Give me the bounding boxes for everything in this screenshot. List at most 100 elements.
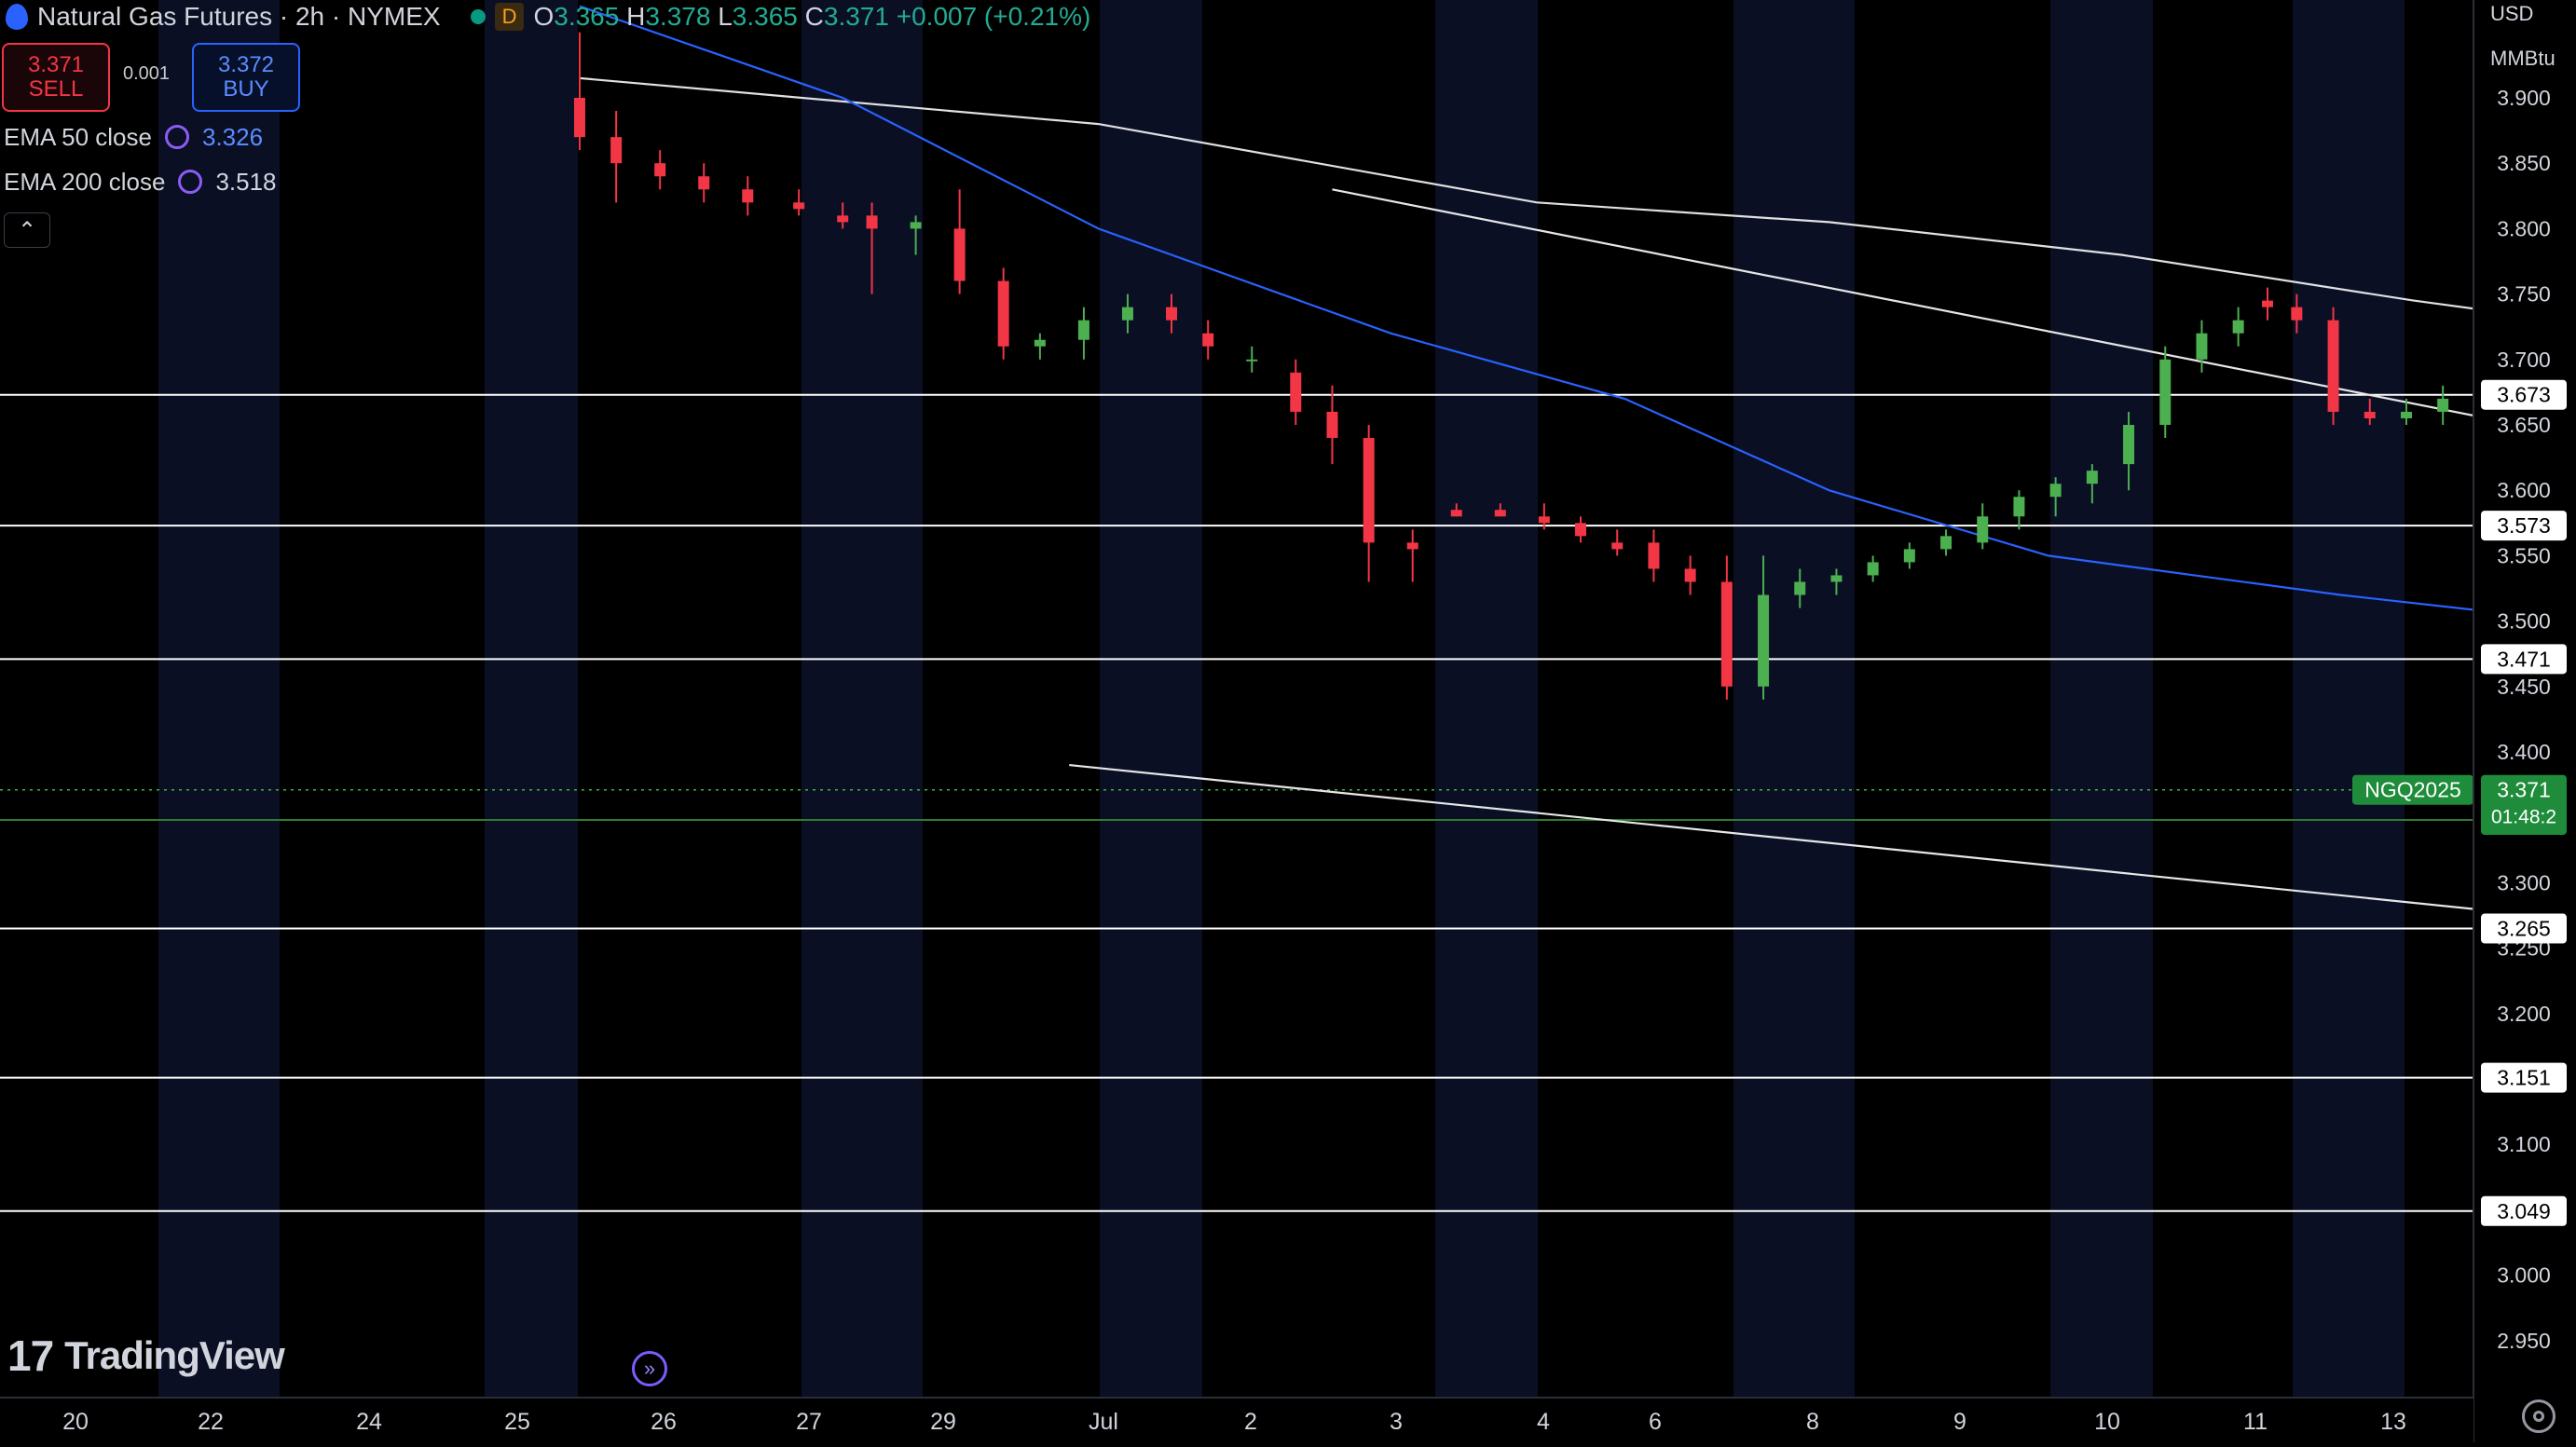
candle-body-14 [1166,307,1177,321]
price-tick-10: 3.400 [2497,740,2551,764]
interval-badge[interactable]: D [494,3,525,31]
price-tick-0: 3.900 [2497,86,2551,110]
sell-button[interactable]: 3.371 SELL [2,43,110,112]
time-tick-5: 27 [796,1409,822,1435]
ema50-legend[interactable]: EMA 50 close 3.326 [4,121,263,153]
candle-body-40 [2159,359,2172,425]
session-band-3 [1100,0,1202,1398]
measure-unit[interactable]: MMBtu [2483,47,2576,71]
ema50-reload-icon[interactable] [164,125,189,149]
candle-body-43 [2262,300,2273,307]
axis-level-label-5: 3.049 [2497,1199,2551,1223]
time-tick-15: 11 [2243,1409,2268,1435]
candle-body-11 [1034,339,1046,347]
axis-level-label-0: 3.673 [2497,383,2551,407]
go-to-realtime-icon[interactable]: » [632,1351,667,1386]
time-tick-9: 3 [1390,1409,1403,1435]
price-tick-14: 3.200 [2497,1002,2551,1026]
candle-body-34 [1940,536,1953,550]
candle-body-21 [1450,510,1462,517]
candle-body-6 [837,215,849,223]
axis-level-label-2: 3.471 [2497,647,2551,671]
tradingview-mark-icon: 17 [7,1331,54,1380]
axis-countdown-label: 01:48:2 [2491,807,2556,828]
symbol-tag-label: NGQ2025 [2364,778,2461,802]
candle-body-44 [2291,307,2303,321]
high-value: 3.378 [645,2,711,31]
time-tick-13: 9 [1953,1409,1966,1435]
candle-body-20 [1406,542,1418,550]
candle-body-12 [1077,320,1089,340]
ema200-reload-icon[interactable] [178,170,203,194]
time-tick-11: 6 [1649,1409,1662,1435]
session-band-6 [2050,0,2153,1398]
price-chart[interactable]: 3.6733.5733.4713.2653.1513.0493.348NGQ20… [0,0,2576,1442]
candle-body-19 [1363,438,1375,543]
candle-body-47 [2400,411,2412,418]
time-tick-14: 10 [2094,1409,2120,1435]
ema50-label: EMA 50 close [4,122,152,151]
ema200-legend[interactable]: EMA 200 close 3.518 [4,166,277,198]
candle-body-39 [2123,425,2135,465]
low-value: 3.365 [732,2,798,31]
axis-level-label-1: 3.573 [2497,513,2551,538]
candle-body-17 [1290,372,1302,412]
candle-body-16 [1246,359,1258,362]
buy-label: BUY [223,76,269,102]
price-tick-19: 2.950 [2497,1329,2551,1353]
symbol-header: Natural Gas Futures · 2h · NYMEX D O3.36… [0,0,1090,34]
high-label: H [626,2,646,31]
time-tick-0: 20 [62,1409,89,1435]
buy-button[interactable]: 3.372 BUY [192,43,300,112]
candle-body-5 [793,202,805,210]
spread-value: 0.001 [123,63,171,84]
price-tick-5: 3.650 [2497,413,2551,437]
chart-canvas[interactable]: 3.6733.5733.4713.2653.1513.0493.348NGQ20… [0,0,2576,1442]
candle-body-36 [2013,497,2025,517]
candle-body-48 [2437,398,2449,412]
time-tick-1: 22 [198,1409,224,1435]
price-tick-3: 3.750 [2497,282,2551,307]
price-tick-8: 3.500 [2497,609,2551,634]
price-tick-1: 3.850 [2497,151,2551,175]
close-label: C [804,2,824,31]
close-value: 3.371 [823,2,889,31]
candle-body-31 [1830,575,1843,582]
time-tick-10: 4 [1537,1409,1550,1435]
candle-body-32 [1867,562,1879,576]
candle-body-15 [1202,333,1214,347]
open-value: 3.365 [554,2,620,31]
candle-body-41 [2196,333,2208,360]
candle-body-0 [573,98,585,138]
candle-body-42 [2232,320,2244,334]
candle-body-46 [2364,411,2376,418]
time-tick-16: 13 [2380,1409,2406,1435]
candle-body-1 [610,137,623,164]
open-label: O [533,2,555,31]
candle-body-45 [2327,320,2339,412]
time-tick-12: 8 [1806,1409,1819,1435]
session-band-7 [2293,0,2405,1398]
session-band-4 [1435,0,1538,1398]
price-tick-6: 3.600 [2497,478,2551,502]
candle-body-9 [953,228,966,281]
candle-body-2 [654,163,666,177]
currency-unit[interactable]: USD [2483,2,2576,26]
buy-price: 3.372 [217,52,275,77]
tradingview-wordmark: TradingView [64,1333,285,1377]
axis-current-label: 3.371 [2497,778,2551,802]
natgas-drop-icon [6,4,28,30]
candle-body-27 [1684,568,1696,582]
symbol-title[interactable]: Natural Gas Futures · 2h · NYMEX [37,2,441,32]
time-tick-7: Jul [1089,1409,1118,1435]
ema200-value: 3.518 [215,167,277,196]
session-band-0 [158,0,280,1398]
candle-body-30 [1794,581,1806,595]
candle-body-37 [2049,484,2062,498]
chart-settings-gear-icon[interactable] [2522,1399,2555,1433]
ema200-label: EMA 200 close [4,167,166,196]
price-tick-7: 3.550 [2497,543,2551,567]
collapse-legend-button[interactable]: ⌃ [4,212,50,248]
market-open-dot-icon [470,9,486,24]
session-band-5 [1733,0,1855,1398]
